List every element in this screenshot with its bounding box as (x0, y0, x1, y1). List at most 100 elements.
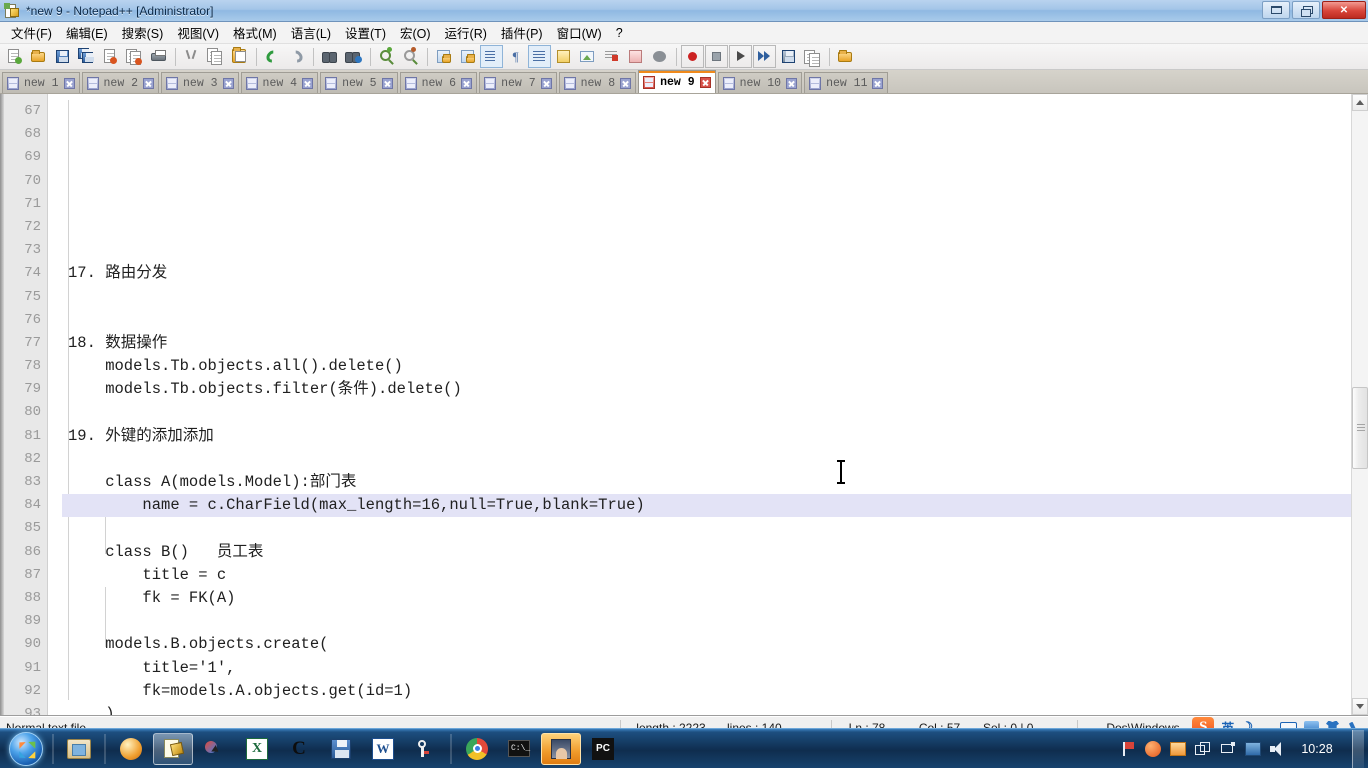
code-line[interactable]: class A(models.Model):部门表 (62, 471, 1351, 494)
function-list-icon[interactable] (600, 45, 623, 68)
taskbar-cmd[interactable]: C:\_ (499, 733, 539, 765)
code-text-area[interactable]: 17. 路由分发 18. 数据操作 models.Tb.objects.all()… (62, 94, 1351, 715)
fold-cell[interactable] (48, 587, 62, 610)
tab-new-5[interactable]: new 5 (320, 72, 398, 93)
save-icon[interactable] (51, 45, 74, 68)
code-line[interactable]: models.B.objects.create( (62, 633, 1351, 656)
document-map-icon[interactable] (576, 45, 599, 68)
scroll-up-button[interactable] (1352, 94, 1368, 111)
restore-button[interactable] (1292, 1, 1320, 19)
code-line[interactable]: models.Tb.objects.filter(条件).delete() (62, 378, 1351, 401)
code-line[interactable] (62, 239, 1351, 262)
code-line[interactable] (62, 610, 1351, 633)
run-icon[interactable] (801, 45, 824, 68)
code-line[interactable] (62, 402, 1351, 425)
open-folder-icon[interactable] (834, 45, 857, 68)
save-macro-icon[interactable] (777, 45, 800, 68)
taskbar-pycharm[interactable]: PC (583, 733, 623, 765)
fold-cell[interactable] (48, 378, 62, 401)
new-file-icon[interactable] (3, 45, 26, 68)
taskbar-media[interactable] (541, 732, 581, 765)
code-line[interactable]: class B() 员工表 (62, 541, 1351, 564)
menu-run[interactable]: 运行(R) (438, 20, 494, 45)
copy-icon[interactable] (204, 45, 227, 68)
menu-view[interactable]: 视图(V) (170, 20, 226, 45)
code-line[interactable] (62, 448, 1351, 471)
tab-new-11[interactable]: new 11 (804, 72, 889, 93)
taskbar-notepadpp[interactable] (153, 732, 193, 765)
paste-icon[interactable] (228, 45, 251, 68)
tab-new-9[interactable]: new 9 (638, 70, 716, 93)
network-icon[interactable] (1220, 742, 1236, 756)
tab-close-icon[interactable] (302, 77, 314, 89)
menu-plugins[interactable]: 插件(P) (494, 20, 550, 45)
zoom-in-icon[interactable] (375, 45, 398, 68)
tab-close-icon[interactable] (63, 77, 75, 89)
redo-icon[interactable] (285, 45, 308, 68)
fold-cell[interactable] (48, 309, 62, 332)
fold-cell[interactable] (48, 680, 62, 703)
menu-language[interactable]: 语言(L) (284, 20, 338, 45)
square-icon[interactable] (1170, 742, 1186, 756)
menu-help[interactable]: ? (609, 23, 630, 43)
code-line[interactable]: title='1', (62, 657, 1351, 680)
stop-macro-icon[interactable] (705, 45, 728, 68)
start-button[interactable] (4, 731, 48, 767)
undo-icon[interactable] (261, 45, 284, 68)
word-wrap-icon[interactable] (480, 45, 503, 68)
menu-format[interactable]: 格式(M) (226, 20, 284, 45)
zoom-out-icon[interactable] (399, 45, 422, 68)
code-line[interactable]: models.Tb.objects.all().delete() (62, 355, 1351, 378)
open-file-icon[interactable] (27, 45, 50, 68)
taskbar-colorpicker[interactable] (195, 733, 235, 765)
fold-cell[interactable] (48, 401, 62, 424)
play-macro-icon[interactable] (729, 45, 752, 68)
scroll-down-button[interactable] (1352, 698, 1368, 715)
fold-cell[interactable] (48, 332, 62, 355)
sync-scroll-v-icon[interactable] (432, 45, 455, 68)
save-all-icon[interactable] (75, 45, 98, 68)
replace-icon[interactable] (342, 45, 365, 68)
minimize-button[interactable] (1262, 1, 1290, 19)
taskbar-excel[interactable]: X (237, 733, 277, 765)
folder-as-workspace-icon[interactable] (624, 45, 647, 68)
close-button[interactable]: ✕ (1322, 1, 1366, 19)
fold-cell[interactable] (48, 170, 62, 193)
code-line[interactable]: ) (62, 703, 1351, 715)
code-line[interactable]: title = c (62, 564, 1351, 587)
fold-cell[interactable] (48, 239, 62, 262)
tab-close-icon[interactable] (699, 76, 711, 88)
tab-new-4[interactable]: new 4 (240, 72, 319, 93)
fold-cell[interactable] (48, 262, 62, 285)
fold-cell[interactable] (48, 564, 62, 587)
tab-close-icon[interactable] (222, 77, 234, 89)
print-icon[interactable] (147, 45, 170, 68)
tab-close-icon[interactable] (872, 77, 884, 89)
tab-new-6[interactable]: new 6 (399, 72, 478, 93)
tab-close-icon[interactable] (620, 77, 632, 89)
fold-cell[interactable] (48, 100, 62, 123)
fold-cell[interactable] (48, 146, 62, 169)
find-icon[interactable] (318, 45, 341, 68)
pin-icon[interactable] (1120, 741, 1136, 757)
code-line[interactable]: fk = FK(A) (62, 587, 1351, 610)
vertical-scrollbar[interactable] (1351, 94, 1368, 715)
menu-search[interactable]: 搜索(S) (115, 20, 171, 45)
ui-dialog-icon[interactable] (552, 45, 575, 68)
tab-close-icon[interactable] (381, 77, 393, 89)
indent-guide-icon[interactable] (528, 45, 551, 68)
fold-cell[interactable] (48, 448, 62, 471)
scrollbar-thumb[interactable] (1352, 387, 1368, 469)
taskbar-word[interactable]: W (363, 733, 403, 765)
volume-icon[interactable] (1270, 742, 1286, 756)
code-line[interactable]: 18. 数据操作 (62, 332, 1351, 355)
fold-cell[interactable] (48, 216, 62, 239)
show-all-chars-icon[interactable]: ¶ (504, 45, 527, 68)
code-line[interactable] (62, 286, 1351, 309)
menu-macro[interactable]: 宏(O) (393, 20, 438, 45)
cut-icon[interactable] (180, 45, 203, 68)
windows-icon[interactable] (1195, 742, 1211, 756)
fold-cell[interactable] (48, 633, 62, 656)
taskbar-explorer[interactable] (59, 733, 99, 765)
taskbar-pp-app[interactable] (405, 733, 445, 765)
